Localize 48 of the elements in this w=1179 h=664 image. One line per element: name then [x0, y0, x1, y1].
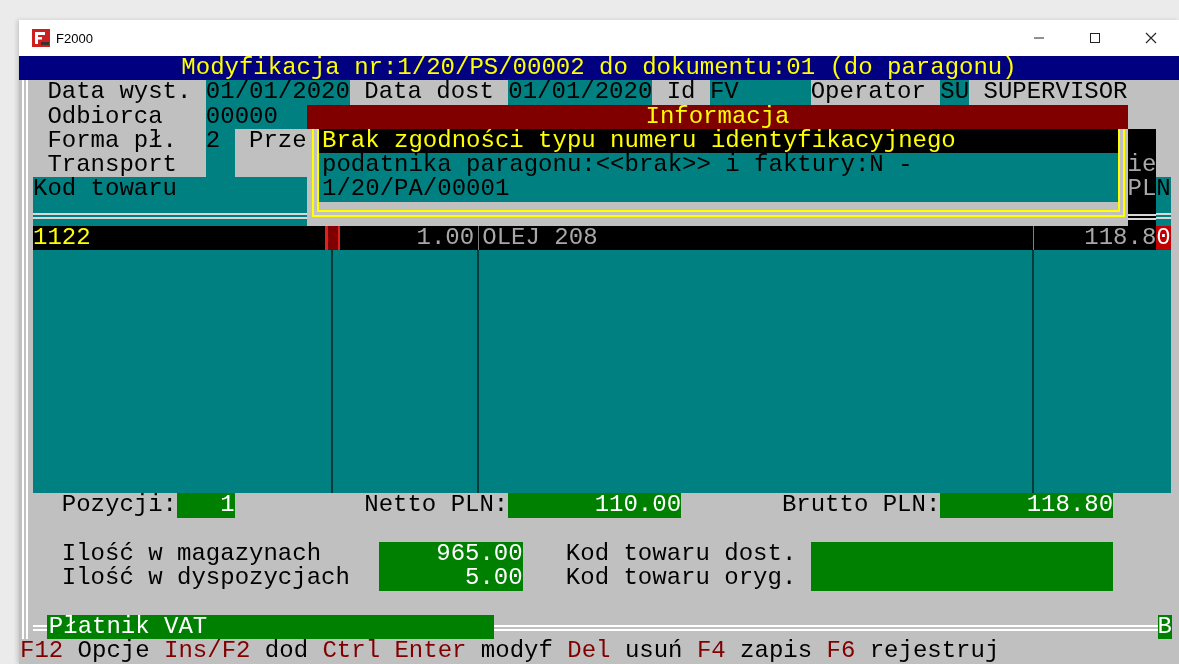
shortcut-label: zapis [740, 639, 813, 664]
field-label: Kod towaru oryg. [565, 566, 798, 591]
shortcut-key[interactable]: F12 [20, 639, 64, 664]
date-field[interactable]: 01/01/2020 [508, 80, 653, 105]
total-field: 110.00 [508, 493, 682, 518]
column-header: PL [1127, 177, 1157, 202]
column-header: ie [1127, 153, 1157, 178]
field-label: Kod towaru dost. [565, 541, 798, 567]
field-label: Ilość w dyspozycjach [61, 566, 351, 591]
maximize-icon [1089, 32, 1101, 44]
field-label: Ilość w magazynach [61, 541, 322, 567]
shortcut-key[interactable]: Del [567, 639, 611, 664]
shortcut-key[interactable]: F6 [826, 639, 856, 664]
screen-title: Modyfikacja nr:1/20/PS/00002 do dokumentu:01 (do paragonu) [181, 56, 1017, 81]
table-row[interactable]: 1122 1.00 OLEJ 208 118.80 [33, 226, 1171, 251]
shortcut-label: modyf [480, 639, 553, 664]
table-cell-text: 118.8 [1083, 226, 1157, 251]
shortcut-label: rejestruj [869, 639, 1000, 664]
shortcut-label: usuń [624, 639, 683, 664]
shortcut-label: dod [264, 639, 309, 664]
app-logo-icon [32, 29, 50, 47]
column-header: N [1156, 175, 1171, 203]
shortcut-key[interactable]: F4 [696, 639, 726, 664]
field-label: Pozycji: [61, 493, 177, 518]
date-field[interactable]: 01/01/2020 [205, 80, 350, 105]
form-field[interactable]: SU [940, 80, 970, 105]
form-field[interactable]: 00000 [205, 104, 307, 129]
input-field[interactable] [810, 566, 1114, 591]
row-marker-icon [325, 226, 340, 251]
close-icon [1145, 32, 1157, 44]
column-header: Kod towaru [33, 175, 178, 203]
field-label: Brutto PLN: [781, 493, 941, 518]
field-label: Netto PLN: [364, 493, 509, 518]
input-field[interactable] [810, 541, 1114, 567]
table-cell: 0 [1156, 226, 1171, 251]
total-field: 118.80 [940, 493, 1114, 518]
status-field: Płatnik VAT [47, 614, 494, 640]
shortcut-label: Opcje [77, 639, 150, 664]
form-field[interactable]: FV [709, 80, 811, 105]
window-title: F2000 [56, 30, 93, 46]
status-indicator: B [1157, 614, 1172, 640]
shortcut-key[interactable]: Ins/F2 [164, 639, 251, 664]
stock-field: 5.00 [378, 566, 523, 591]
dialog-title: Informacja [307, 104, 1128, 129]
total-field: 1 [177, 493, 235, 518]
table-cell-text: 1122 [33, 226, 92, 251]
shortcut-key[interactable]: Ctrl Enter [322, 639, 467, 664]
stock-field: 965.00 [378, 541, 523, 567]
